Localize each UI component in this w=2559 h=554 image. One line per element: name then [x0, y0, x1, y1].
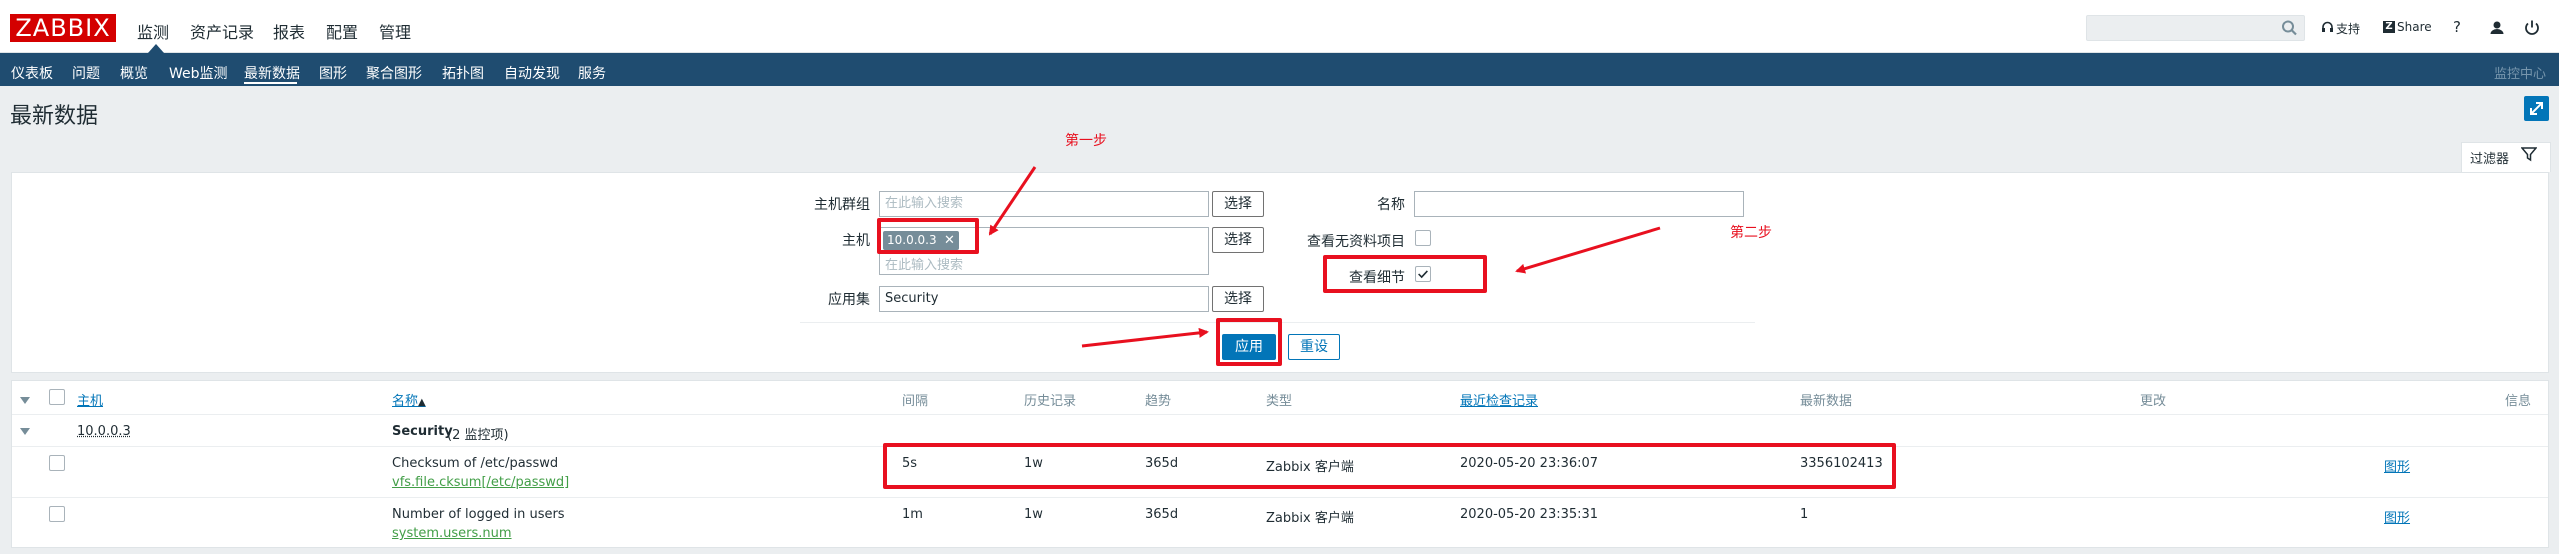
- item-last-check: 2020-05-20 23:35:31: [1460, 507, 1599, 522]
- item-name: Number of logged in users: [392, 507, 565, 522]
- col-name-label: 名称: [392, 394, 419, 409]
- application-input[interactable]: Security: [879, 286, 1209, 312]
- item-key: system.users.num: [392, 526, 512, 541]
- fullscreen-button[interactable]: [2524, 96, 2549, 121]
- host-placeholder: 在此输入搜索: [885, 258, 964, 273]
- support-link[interactable]: 支持: [2336, 20, 2360, 37]
- item-graph-link[interactable]: 图形: [2384, 507, 2410, 526]
- show-without-data-label: 查看无资料项目: [1307, 234, 1405, 250]
- col-interval: 间隔: [902, 394, 929, 409]
- filter-tab-label: 过滤器: [2470, 152, 2510, 167]
- item-interval: 1m: [902, 507, 923, 522]
- user-profile-icon[interactable]: [2487, 18, 2507, 38]
- active-subnav-underline: [244, 82, 297, 84]
- help-icon[interactable]: ?: [2453, 18, 2461, 36]
- item-checkbox[interactable]: [49, 455, 65, 471]
- col-last-value: 最新数据: [1800, 394, 1853, 409]
- subnav-graphs[interactable]: 图形: [319, 63, 347, 83]
- item-graph-link[interactable]: 图形: [2384, 456, 2410, 475]
- host-label: 主机: [842, 233, 870, 249]
- group-application: Security: [392, 424, 453, 439]
- collapse-host-icon[interactable]: [20, 428, 30, 435]
- annotation-box-details: [1323, 255, 1487, 293]
- application-label: 应用集: [828, 292, 870, 308]
- col-trends: 趋势: [1145, 394, 1172, 409]
- subnav-discovery[interactable]: 自动发现: [504, 63, 560, 83]
- col-name[interactable]: 名称▲: [392, 390, 426, 409]
- row-separator: [12, 497, 2548, 498]
- annotation-box-host: [877, 218, 979, 254]
- subnav-screens[interactable]: 聚合图形: [366, 63, 422, 83]
- item-type: Zabbix 客户端: [1266, 511, 1354, 526]
- col-host[interactable]: 主机: [77, 390, 103, 409]
- host-group-placeholder: 在此输入搜索: [885, 196, 964, 211]
- subnav-services[interactable]: 服务: [578, 63, 606, 83]
- select-all-checkbox[interactable]: [49, 389, 65, 405]
- item-key: vfs.file.cksum[/etc/passwd]: [392, 475, 570, 490]
- subnav-latest-data[interactable]: 最新数据: [244, 63, 300, 83]
- host-group-input[interactable]: 在此输入搜索: [879, 191, 1209, 217]
- collapse-all-icon[interactable]: [20, 397, 30, 404]
- group-host[interactable]: 10.0.0.3: [77, 424, 131, 439]
- annotation-step1: 第一步: [1065, 133, 1107, 149]
- subnav-maps[interactable]: 拓扑图: [442, 63, 484, 83]
- nav-inventory[interactable]: 资产记录: [190, 19, 254, 43]
- subnav-dashboard[interactable]: 仪表板: [11, 63, 53, 83]
- name-label: 名称: [1377, 197, 1405, 213]
- share-link[interactable]: Share: [2397, 20, 2432, 34]
- item-trends: 365d: [1145, 507, 1179, 522]
- zabbix-logo[interactable]: ZABBIX: [10, 14, 116, 42]
- search-icon[interactable]: [2280, 19, 2300, 37]
- host-group-label: 主机群组: [814, 197, 870, 213]
- global-search-input[interactable]: [2086, 15, 2305, 41]
- item-history: 1w: [1024, 507, 1043, 522]
- header-separator: [12, 414, 2548, 415]
- application-select-button[interactable]: 选择: [1212, 286, 1264, 312]
- col-last-check[interactable]: 最近检查记录: [1460, 390, 1538, 409]
- headset-icon: [2322, 21, 2333, 32]
- group-item-count: (2 监控项): [447, 428, 509, 443]
- name-input[interactable]: [1414, 191, 1744, 217]
- annotation-step2: 第二步: [1730, 225, 1772, 241]
- show-without-data-checkbox[interactable]: [1415, 230, 1431, 246]
- page-title: 最新数据: [10, 104, 99, 129]
- nav-configuration[interactable]: 配置: [326, 19, 358, 43]
- share-z-icon: Z: [2383, 21, 2395, 33]
- subnav-problems[interactable]: 问题: [72, 63, 100, 83]
- col-info: 信息: [2505, 394, 2532, 409]
- sign-out-icon[interactable]: [2522, 18, 2542, 38]
- subnav-web[interactable]: Web监测: [169, 63, 228, 83]
- col-type: 类型: [1266, 394, 1293, 409]
- active-nav-caret: [148, 44, 164, 53]
- col-history: 历史记录: [1024, 394, 1077, 409]
- expand-icon: [2530, 102, 2543, 115]
- funnel-icon: [2521, 147, 2537, 162]
- item-checkbox[interactable]: [49, 506, 65, 522]
- annotation-box-row: [883, 443, 1896, 489]
- reset-button[interactable]: 重设: [1288, 334, 1340, 360]
- col-change: 更改: [2140, 394, 2167, 409]
- item-name: Checksum of /etc/passwd: [392, 456, 559, 471]
- server-name: 监控中心: [2494, 67, 2547, 82]
- sort-asc-icon: ▲: [418, 397, 426, 408]
- subnav-overview[interactable]: 概览: [120, 63, 148, 83]
- nav-administration[interactable]: 管理: [379, 19, 411, 43]
- item-last-value: 1: [1800, 507, 1809, 522]
- annotation-box-apply: [1216, 318, 1282, 366]
- nav-monitoring[interactable]: 监测: [137, 19, 169, 43]
- nav-reports[interactable]: 报表: [273, 19, 305, 43]
